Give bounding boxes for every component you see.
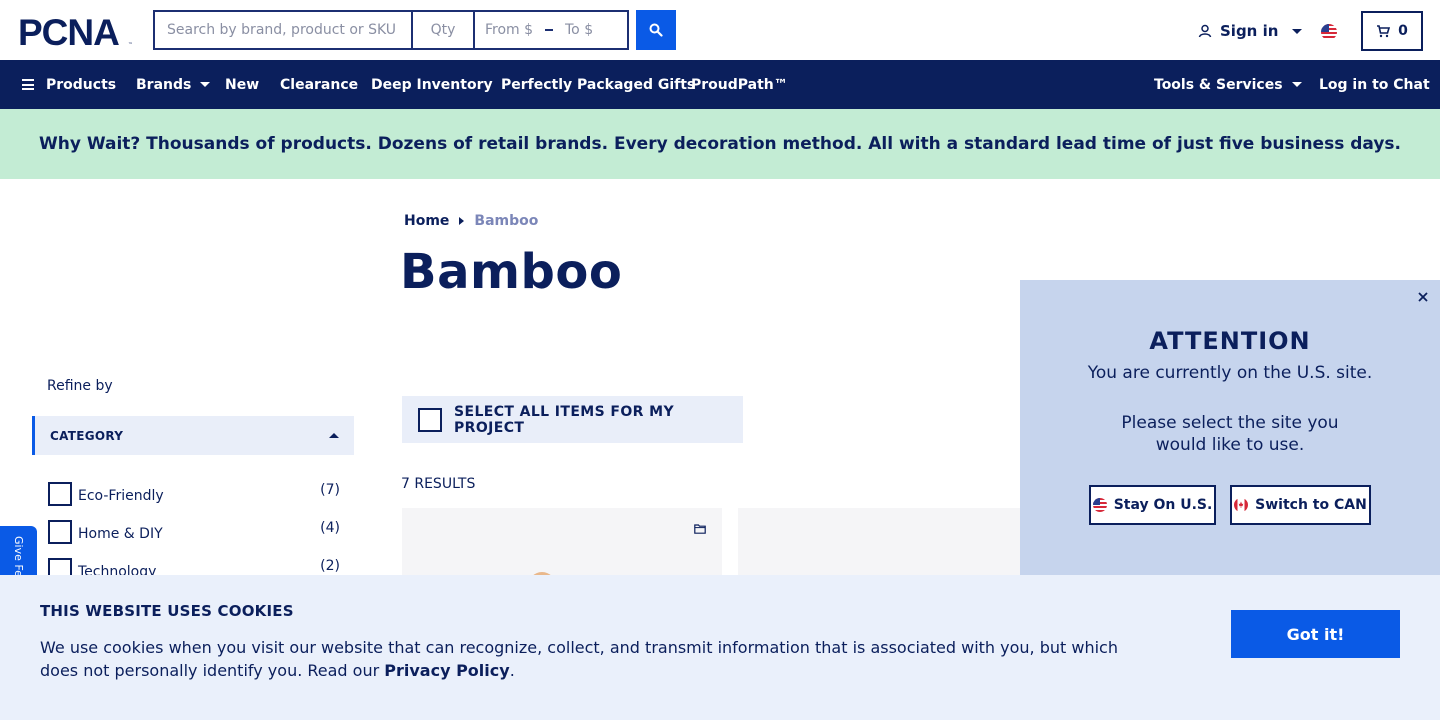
svg-text:™: ™ xyxy=(128,42,133,48)
nav-chat-login[interactable]: Log in to Chat xyxy=(1319,60,1430,109)
qty-input[interactable] xyxy=(411,10,473,50)
user-icon xyxy=(1198,24,1212,38)
category-label: Home & DIY xyxy=(78,526,163,542)
select-all-checkbox[interactable] xyxy=(418,407,442,432)
top-header: PCNA ™ Sign in xyxy=(0,0,1440,60)
search-bar xyxy=(153,10,629,50)
cookie-title: THIS WEBSITE USES COOKIES xyxy=(40,602,294,620)
nav-brands[interactable]: Brands xyxy=(136,60,211,109)
nav-proudpath[interactable]: ProudPath™ xyxy=(691,60,788,109)
category-count: (7) xyxy=(320,482,340,498)
category-count: (2) xyxy=(320,558,340,574)
nav-products[interactable]: Products xyxy=(22,60,116,109)
category-checkbox[interactable] xyxy=(48,520,72,544)
logo-text: PCNA xyxy=(18,14,119,48)
switch-to-can-button[interactable]: Switch to CAN xyxy=(1230,485,1371,525)
page-title: Bamboo xyxy=(400,244,623,300)
nav-products-label: Products xyxy=(46,76,117,93)
price-to-input[interactable] xyxy=(565,22,617,38)
accept-cookies-button[interactable]: Got it! xyxy=(1231,610,1400,658)
price-range xyxy=(473,10,629,50)
attention-current-site: You are currently on the U.S. site. xyxy=(1087,363,1373,383)
attention-instruction: Please select the site you would like to… xyxy=(1121,413,1339,455)
switch-to-can-label: Switch to CAN xyxy=(1255,497,1367,513)
breadcrumb-home[interactable]: Home xyxy=(404,213,449,229)
sign-in-label: Sign in xyxy=(1220,22,1279,40)
nav-tools-label: Tools & Services xyxy=(1154,76,1283,93)
range-dash xyxy=(545,29,553,31)
cart-icon xyxy=(1377,24,1391,37)
chevron-down-icon xyxy=(1291,82,1302,87)
cookie-body: We use cookies when you visit our websit… xyxy=(40,638,1118,680)
folder-icon[interactable] xyxy=(694,524,706,534)
chevron-right-icon xyxy=(459,217,465,225)
hamburger-icon xyxy=(22,79,34,90)
stay-on-us-label: Stay On U.S. xyxy=(1113,497,1213,513)
category-item[interactable]: Home & DIY (4) xyxy=(48,520,340,544)
promo-banner: Why Wait? Thousands of products. Dozens … xyxy=(0,109,1440,179)
cookie-banner: THIS WEBSITE USES COOKIES We use cookies… xyxy=(0,575,1440,720)
category-header-label: CATEGORY xyxy=(50,428,124,443)
search-icon xyxy=(649,23,663,37)
us-flag-icon[interactable] xyxy=(1321,24,1337,40)
results-count: 7 RESULTS xyxy=(401,476,476,492)
price-from-input[interactable] xyxy=(485,22,537,38)
nav-tools-services[interactable]: Tools & Services xyxy=(1154,60,1302,109)
category-count: (4) xyxy=(320,520,340,536)
pcna-logo[interactable]: PCNA ™ xyxy=(18,14,136,48)
select-all-items[interactable]: SELECT ALL ITEMS FOR MY PROJECT xyxy=(402,396,743,443)
refine-by-label: Refine by xyxy=(47,378,113,394)
nav-brands-label: Brands xyxy=(136,76,192,93)
attention-title: ATTENTION xyxy=(1149,327,1311,355)
product-card[interactable] xyxy=(402,508,722,586)
nav-clearance[interactable]: Clearance xyxy=(280,60,358,109)
breadcrumb: Home Bamboo xyxy=(404,213,538,229)
privacy-policy-link[interactable]: Privacy Policy xyxy=(384,661,509,680)
nav-deep-inventory[interactable]: Deep Inventory xyxy=(371,60,493,109)
nav-new[interactable]: New xyxy=(225,60,259,109)
chevron-down-icon xyxy=(1292,28,1303,34)
category-item[interactable]: Eco-Friendly (7) xyxy=(48,482,340,506)
nav-gifts[interactable]: Perfectly Packaged Gifts xyxy=(501,60,695,109)
canada-flag-icon xyxy=(1234,498,1249,512)
site-select-modal: ATTENTION You are currently on the U.S. … xyxy=(1020,280,1440,580)
us-flag-icon xyxy=(1092,498,1107,512)
search-input[interactable] xyxy=(153,10,411,50)
chevron-up-icon xyxy=(329,433,339,438)
close-icon[interactable] xyxy=(1416,290,1430,304)
sign-in-menu[interactable]: Sign in xyxy=(1198,22,1303,40)
chevron-down-icon xyxy=(200,82,211,87)
cookie-period: . xyxy=(509,661,515,680)
category-checkbox[interactable] xyxy=(48,482,72,506)
cart-button[interactable]: 0 xyxy=(1361,11,1423,51)
main-nav: Products Brands New Clearance Deep Inven… xyxy=(0,60,1440,109)
select-all-label: SELECT ALL ITEMS FOR MY PROJECT xyxy=(454,403,674,436)
stay-on-us-button[interactable]: Stay On U.S. xyxy=(1089,485,1216,525)
category-label: Eco-Friendly xyxy=(78,488,164,504)
search-button[interactable] xyxy=(636,10,676,50)
cookie-text: We use cookies when you visit our websit… xyxy=(40,636,1140,682)
category-filter-header[interactable]: CATEGORY xyxy=(32,416,354,455)
cart-count: 0 xyxy=(1398,23,1408,39)
product-card[interactable] xyxy=(738,508,1020,578)
breadcrumb-current: Bamboo xyxy=(474,213,539,229)
